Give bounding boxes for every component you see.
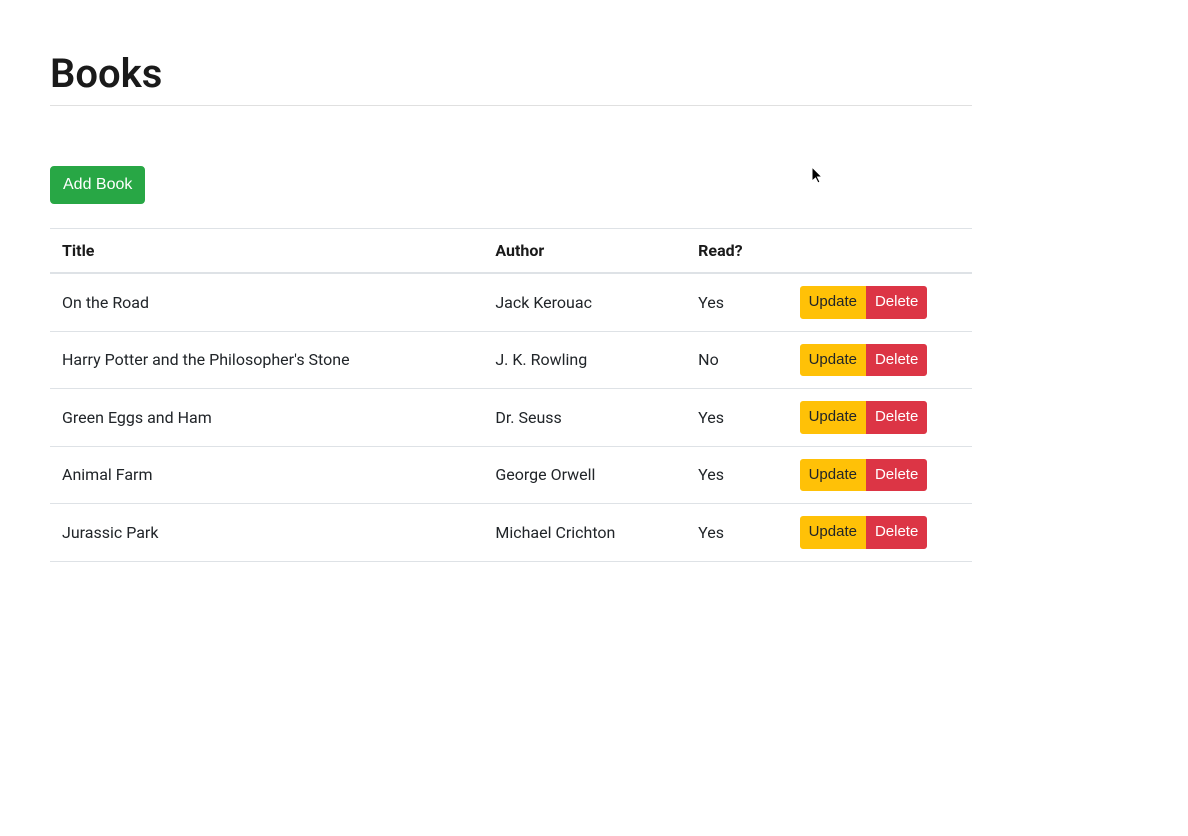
header-actions bbox=[788, 229, 972, 274]
row-action-group: UpdateDelete bbox=[800, 286, 928, 319]
cell-actions: UpdateDelete bbox=[788, 331, 972, 389]
cell-read: Yes bbox=[686, 273, 787, 331]
delete-button[interactable]: Delete bbox=[866, 459, 927, 492]
cell-author: J. K. Rowling bbox=[483, 331, 686, 389]
cell-read: Yes bbox=[686, 389, 787, 447]
update-button[interactable]: Update bbox=[800, 344, 866, 377]
table-row: Green Eggs and HamDr. SeussYes UpdateDele… bbox=[50, 389, 972, 447]
cell-author: Jack Kerouac bbox=[483, 273, 686, 331]
row-action-group: UpdateDelete bbox=[800, 401, 928, 434]
table-row: On the RoadJack KerouacYes UpdateDelete bbox=[50, 273, 972, 331]
cell-actions: UpdateDelete bbox=[788, 273, 972, 331]
table-row: Harry Potter and the Philosopher's Stone… bbox=[50, 331, 972, 389]
cell-read: Yes bbox=[686, 504, 787, 562]
cell-author: George Orwell bbox=[483, 446, 686, 504]
update-button[interactable]: Update bbox=[800, 516, 866, 549]
cell-read: Yes bbox=[686, 446, 787, 504]
cell-author: Michael Crichton bbox=[483, 504, 686, 562]
cell-title: Green Eggs and Ham bbox=[50, 389, 483, 447]
cell-read: No bbox=[686, 331, 787, 389]
header-title: Title bbox=[50, 229, 483, 274]
cell-title: Animal Farm bbox=[50, 446, 483, 504]
add-book-button[interactable]: Add Book bbox=[50, 166, 145, 204]
update-button[interactable]: Update bbox=[800, 401, 866, 434]
table-header-row: Title Author Read? bbox=[50, 229, 972, 274]
delete-button[interactable]: Delete bbox=[866, 401, 927, 434]
header-read: Read? bbox=[686, 229, 787, 274]
delete-button[interactable]: Delete bbox=[866, 516, 927, 549]
cell-actions: UpdateDelete bbox=[788, 389, 972, 447]
row-action-group: UpdateDelete bbox=[800, 459, 928, 492]
cell-title: Harry Potter and the Philosopher's Stone bbox=[50, 331, 483, 389]
update-button[interactable]: Update bbox=[800, 459, 866, 492]
table-row: Animal FarmGeorge OrwellYes UpdateDelete bbox=[50, 446, 972, 504]
header-author: Author bbox=[483, 229, 686, 274]
cell-author: Dr. Seuss bbox=[483, 389, 686, 447]
books-table: Title Author Read? On the RoadJack Kerou… bbox=[50, 228, 972, 562]
delete-button[interactable]: Delete bbox=[866, 286, 927, 319]
cell-title: Jurassic Park bbox=[50, 504, 483, 562]
page-title: Books bbox=[50, 50, 972, 97]
cell-actions: UpdateDelete bbox=[788, 446, 972, 504]
row-action-group: UpdateDelete bbox=[800, 516, 928, 549]
row-action-group: UpdateDelete bbox=[800, 344, 928, 377]
cell-title: On the Road bbox=[50, 273, 483, 331]
update-button[interactable]: Update bbox=[800, 286, 866, 319]
divider bbox=[50, 105, 972, 106]
delete-button[interactable]: Delete bbox=[866, 344, 927, 377]
cell-actions: UpdateDelete bbox=[788, 504, 972, 562]
table-row: Jurassic ParkMichael CrichtonYes UpdateDe… bbox=[50, 504, 972, 562]
